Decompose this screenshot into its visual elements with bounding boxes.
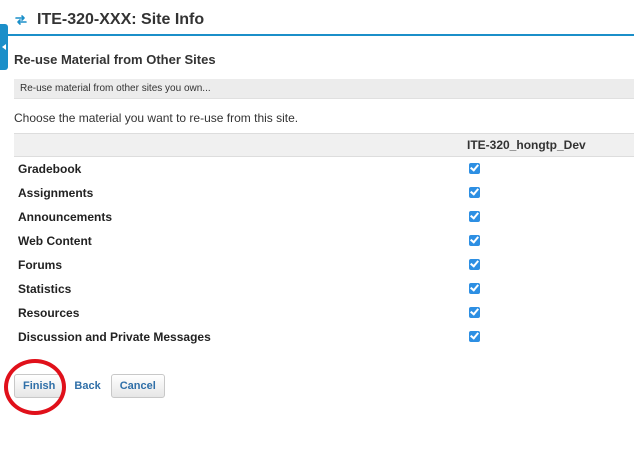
include-checkbox[interactable] (469, 259, 480, 270)
site-column-header: ITE-320_hongtp_Dev (463, 133, 634, 157)
tool-label: Gradebook (18, 162, 82, 176)
tool-checkbox-cell (463, 301, 634, 325)
back-button[interactable]: Back (70, 374, 104, 398)
collapse-sidebar-tab[interactable] (0, 24, 8, 70)
tool-label: Discussion and Private Messages (18, 330, 211, 344)
table-row: Assignments (14, 181, 634, 205)
info-bar: Re-use material from other sites you own… (14, 79, 634, 99)
include-checkbox[interactable] (469, 307, 480, 318)
table-row: Announcements (14, 205, 634, 229)
finish-button[interactable]: Finish (14, 374, 65, 398)
table-row: Web Content (14, 229, 634, 253)
site-info-page: ITE-320-XXX: Site Info Re-use Material f… (0, 0, 634, 461)
include-checkbox[interactable] (469, 331, 480, 342)
tool-label: Statistics (18, 282, 72, 296)
page-title: ITE-320-XXX: Site Info (37, 11, 205, 28)
table-row: Discussion and Private Messages (14, 325, 634, 349)
tool-checkbox-cell (463, 229, 634, 253)
table-row: Forums (14, 253, 634, 277)
action-buttons: Finish Back Cancel (14, 374, 171, 398)
sync-arrows-icon (14, 13, 28, 27)
header-divider (0, 34, 634, 36)
table-row: Resources (14, 301, 634, 325)
include-checkbox[interactable] (469, 211, 480, 222)
tool-checkbox-cell (463, 205, 634, 229)
table-header-row: ITE-320_hongtp_Dev (14, 133, 634, 157)
tool-column-header (14, 133, 463, 157)
tool-label: Resources (18, 306, 80, 320)
chevron-left-icon (2, 44, 6, 50)
material-table: ITE-320_hongtp_Dev Gradebook Assignments A… (14, 133, 634, 349)
tool-label: Forums (18, 258, 63, 272)
section-title: Re-use Material from Other Sites (14, 52, 216, 67)
tool-checkbox-cell (463, 181, 634, 205)
tool-header: ITE-320-XXX: Site Info (14, 7, 634, 33)
instructions-text: Choose the material you want to re-use f… (14, 111, 299, 125)
table-row: Statistics (14, 277, 634, 301)
include-checkbox[interactable] (469, 283, 480, 294)
cancel-button[interactable]: Cancel (110, 374, 165, 398)
include-checkbox[interactable] (469, 163, 480, 174)
tool-checkbox-cell (463, 277, 634, 301)
tool-label: Assignments (18, 186, 94, 200)
tool-label: Announcements (18, 210, 113, 224)
tool-checkbox-cell (463, 325, 634, 349)
include-checkbox[interactable] (469, 187, 480, 198)
tool-label: Web Content (18, 234, 92, 248)
tool-checkbox-cell (463, 253, 634, 277)
include-checkbox[interactable] (469, 235, 480, 246)
tool-checkbox-cell (463, 157, 634, 182)
table-row: Gradebook (14, 157, 634, 182)
